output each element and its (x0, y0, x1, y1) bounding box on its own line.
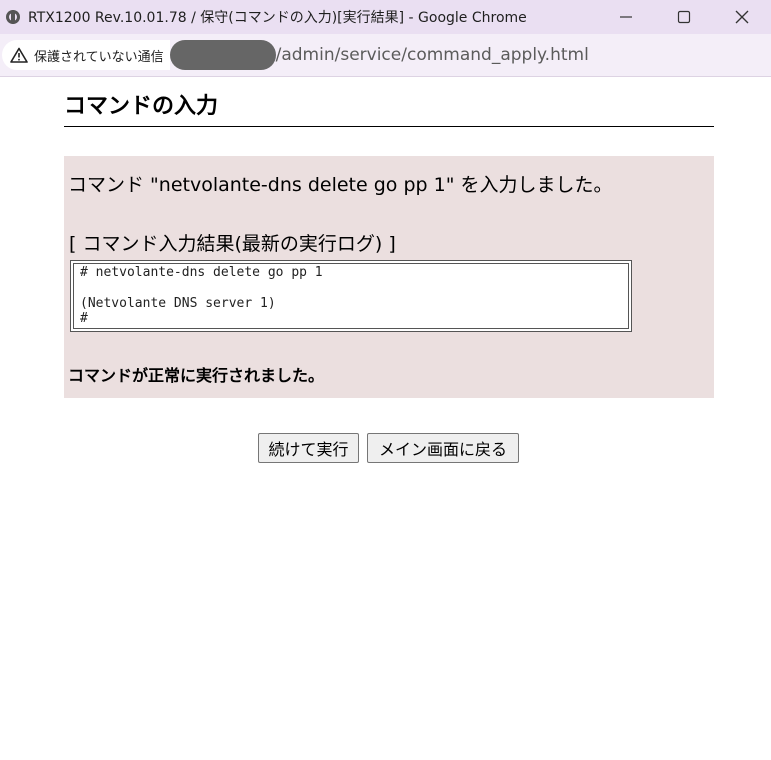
url-path[interactable]: /admin/service/command_apply.html (276, 45, 589, 65)
close-icon (735, 10, 749, 24)
action-buttons: 続けて実行 メイン画面に戻る (0, 433, 771, 464)
continue-execution-button[interactable]: 続けて実行 (258, 433, 359, 463)
page-title: コマンドの入力 (64, 88, 714, 127)
log-heading: [ コマンド入力結果(最新の実行ログ) ] (69, 233, 396, 255)
security-indicator[interactable]: 保護されていない通信 (2, 40, 170, 70)
log-line: (Netvolante DNS server 1) (80, 296, 276, 311)
globe-icon (6, 10, 20, 24)
window-title: RTX1200 Rev.10.01.78 / 保守(コマンドの入力)[実行結果]… (28, 10, 527, 26)
entered-command-message: コマンド "netvolante-dns delete go pp 1" を入力… (68, 174, 613, 196)
maximize-button[interactable] (655, 0, 713, 34)
address-bar[interactable]: 保護されていない通信 /admin/service/command_apply.… (0, 34, 771, 77)
redacted-host (169, 40, 276, 70)
warning-triangle-icon (10, 47, 28, 63)
minimize-button[interactable] (597, 0, 655, 34)
success-message: コマンドが正常に実行されました。 (68, 366, 325, 385)
close-button[interactable] (713, 0, 771, 34)
log-line: # netvolante-dns delete go pp 1 (80, 265, 323, 280)
result-panel: コマンド "netvolante-dns delete go pp 1" を入力… (64, 156, 714, 398)
window-title-bar[interactable]: RTX1200 Rev.10.01.78 / 保守(コマンドの入力)[実行結果]… (0, 0, 771, 34)
log-line: # (80, 311, 88, 326)
back-to-main-button[interactable]: メイン画面に戻る (367, 433, 519, 463)
execution-log: # netvolante-dns delete go pp 1 (Netvola… (73, 263, 629, 329)
security-label: 保護されていない通信 (34, 49, 164, 65)
window-controls (597, 0, 771, 34)
log-blank-line (80, 280, 622, 296)
minimize-icon (620, 16, 632, 18)
execution-log-box[interactable]: # netvolante-dns delete go pp 1 (Netvola… (70, 260, 632, 332)
maximize-icon (677, 10, 691, 24)
